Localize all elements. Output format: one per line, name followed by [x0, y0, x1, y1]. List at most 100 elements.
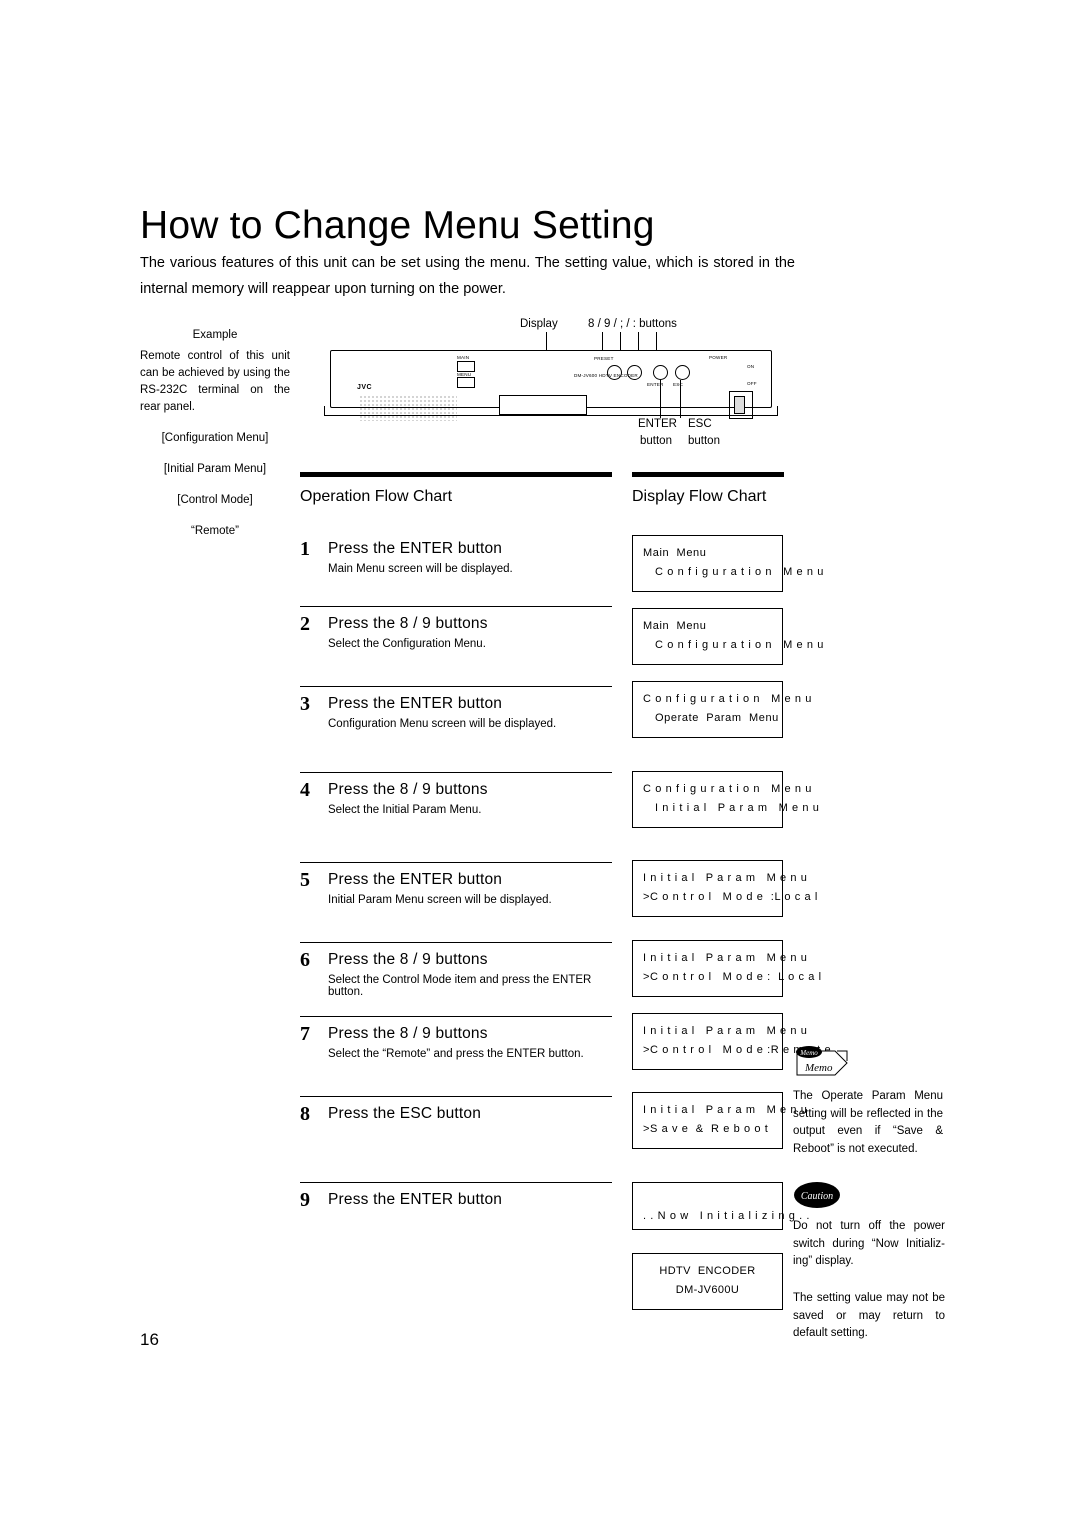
operation-section-title: Operation Flow Chart: [300, 488, 453, 505]
step-title: Press the 8 / 9 buttons: [328, 781, 488, 798]
memo-text: The Operate Param Menu setting will be r…: [793, 1090, 943, 1155]
step-number: 8: [300, 1103, 310, 1125]
step-desc: Select the “Remote” and press the ENTER …: [328, 1048, 584, 1060]
model-print: DM-JV600 HDTV ENCODER: [574, 373, 638, 378]
svg-text:Caution: Caution: [801, 1191, 833, 1202]
step-8: 8 Press the ESC button: [300, 1096, 612, 1182]
encoder-front-panel: JVC MAIN MENU PRESET ENTER ESC DM-JV600 …: [330, 350, 772, 421]
power-off-label: OFF: [747, 381, 757, 386]
display-line-2: C o n f i g u r a t i o n M e n u: [655, 639, 824, 651]
manual-page: How to Change Menu Setting The various f…: [0, 0, 1080, 1528]
svg-text:Memo: Memo: [804, 1062, 833, 1074]
esc-button-caption: ESC: [688, 418, 712, 430]
main-menu-button[interactable]: [457, 361, 475, 372]
display-callout-label: Display: [520, 318, 558, 330]
display-line-1: I n i t i a l P a r a m M e n u: [643, 1104, 808, 1116]
step-desc: Configuration Menu screen will be displa…: [328, 718, 557, 730]
page-number: 16: [140, 1330, 159, 1349]
display-line-2: >C o n t r o l M o d e :R e m o t e: [643, 1044, 832, 1056]
step-number: 6: [300, 949, 310, 971]
display-line-2: DM-JV600U: [675, 1284, 740, 1296]
display-line-1: I n i t i a l P a r a m M e n u: [643, 1025, 808, 1037]
caution-icon: Caution: [793, 1180, 845, 1214]
step-desc: Select the Initial Param Menu.: [328, 804, 482, 816]
power-print: POWER: [709, 355, 728, 360]
step-title: Press the ENTER button: [328, 871, 503, 888]
display-box-4: C o n f i g u r a t i o n M e n u I n i …: [632, 771, 819, 828]
display-box-1: Main Menu C o n f i g u r a t i o n M e …: [632, 535, 824, 592]
step-6: 6 Press the 8 / 9 buttons Select the Con…: [300, 942, 612, 1016]
display-box-7: I n i t i a l P a r a m M e n u >C o n t…: [632, 1013, 832, 1070]
display-line-1: Main Menu: [643, 620, 707, 632]
step-title: Press the ENTER button: [328, 695, 503, 712]
enter-knob[interactable]: [653, 365, 668, 380]
svg-text:Memo: Memo: [799, 1049, 818, 1057]
step-title: Press the 8 / 9 buttons: [328, 951, 488, 968]
buttons-callout-label: 8 / 9 / ; / : buttons: [588, 318, 677, 330]
enter-button-word: button: [640, 435, 672, 447]
preset-label: PRESET: [594, 356, 614, 361]
example-item-config: [Configuration Menu]: [161, 432, 269, 444]
display-box-6: I n i t i a l P a r a m M e n u >C o n t…: [632, 940, 822, 997]
example-paragraph: Remote control of this unit can be achie…: [140, 350, 290, 413]
memo-icon: Memo Memo: [795, 1045, 851, 1081]
display-line-2: >S a v e & R e b o o t: [643, 1123, 769, 1135]
example-label: Example: [192, 329, 238, 341]
step-number: 1: [300, 538, 310, 560]
step-1: 1 Press the ENTER button Main Menu scree…: [300, 532, 612, 606]
example-item-remote: “Remote”: [191, 525, 239, 537]
step-desc: Initial Param Menu screen will be displa…: [328, 894, 552, 906]
display-line-2: >C o n t r o l M o d e :L o c a l: [643, 891, 818, 903]
step-desc: Main Menu screen will be displayed.: [328, 563, 513, 575]
step-title: Press the ENTER button: [328, 540, 503, 557]
leader-enter: [660, 380, 661, 418]
display-line-2: Operate Param Menu: [655, 712, 779, 724]
menu-label: MENU: [457, 372, 472, 377]
step-number: 3: [300, 693, 310, 715]
caution-text-2: The setting value may not be saved or ma…: [793, 1292, 945, 1339]
step-9: 9 Press the ENTER button: [300, 1182, 612, 1243]
display-line-1: I n i t i a l P a r a m M e n u: [643, 952, 808, 964]
step-title: Press the 8 / 9 buttons: [328, 615, 488, 632]
esc-knob[interactable]: [675, 365, 690, 380]
step-desc: Select the Control Mode item and press t…: [328, 974, 592, 998]
display-box-8: I n i t i a l P a r a m M e n u >S a v e…: [632, 1092, 808, 1149]
example-column: Example Remote control of this unit can …: [140, 327, 290, 540]
example-item-initial: [Initial Param Menu]: [163, 463, 267, 475]
main-label: MAIN: [457, 355, 470, 360]
step-2: 2 Press the 8 / 9 buttons Select the Con…: [300, 606, 612, 686]
example-item-controlmode: [Control Mode]: [177, 494, 253, 506]
power-on-label: ON: [747, 364, 755, 369]
display-line-1: C o n f i g u r a t i o n M e n u: [643, 783, 812, 795]
step-title: Press the ESC button: [328, 1105, 482, 1122]
display-line-1: C o n f i g u r a t i o n M e n u: [643, 693, 812, 705]
step-7: 7 Press the 8 / 9 buttons Select the “Re…: [300, 1016, 612, 1096]
display-box-9: . . N o w I n i t i a l i z i n g . .: [632, 1182, 811, 1230]
step-number: 7: [300, 1023, 310, 1045]
display-line-1: Main Menu: [643, 547, 707, 559]
caution-text-1: Do not turn off the power switch during …: [793, 1220, 945, 1267]
display-line-2: >C o n t r o l M o d e : L o c a l: [643, 971, 822, 983]
display-line-1: . . N o w I n i t i a l i z i n g . .: [643, 1210, 811, 1222]
display-line-2: C o n f i g u r a t i o n M e n u: [655, 566, 824, 578]
display-section-rule: [632, 472, 784, 477]
step-title: Press the 8 / 9 buttons: [328, 1025, 488, 1042]
display-box-10: HDTV ENCODER DM-JV600U: [632, 1253, 783, 1310]
step-number: 9: [300, 1189, 310, 1211]
preset-button[interactable]: [457, 377, 475, 388]
step-desc: Select the Configuration Menu.: [328, 638, 486, 650]
enter-button-caption: ENTER: [638, 418, 677, 430]
step-3: 3 Press the ENTER button Configuration M…: [300, 686, 612, 772]
operation-steps: 1 Press the ENTER button Main Menu scree…: [300, 532, 612, 1243]
esc-mark: ESC: [673, 382, 684, 387]
step-5: 5 Press the ENTER button Initial Param M…: [300, 862, 612, 942]
step-4: 4 Press the 8 / 9 buttons Select the Ini…: [300, 772, 612, 862]
brand-logo: JVC: [357, 384, 373, 391]
step-title: Press the ENTER button: [328, 1191, 503, 1208]
enter-mark: ENTER: [647, 382, 664, 387]
step-number: 5: [300, 869, 310, 891]
display-line-1: HDTV ENCODER: [659, 1265, 756, 1277]
display-box-2: Main Menu C o n f i g u r a t i o n M e …: [632, 608, 824, 665]
intro-paragraph: The various features of this unit can be…: [140, 255, 795, 297]
leader-esc: [680, 380, 681, 418]
